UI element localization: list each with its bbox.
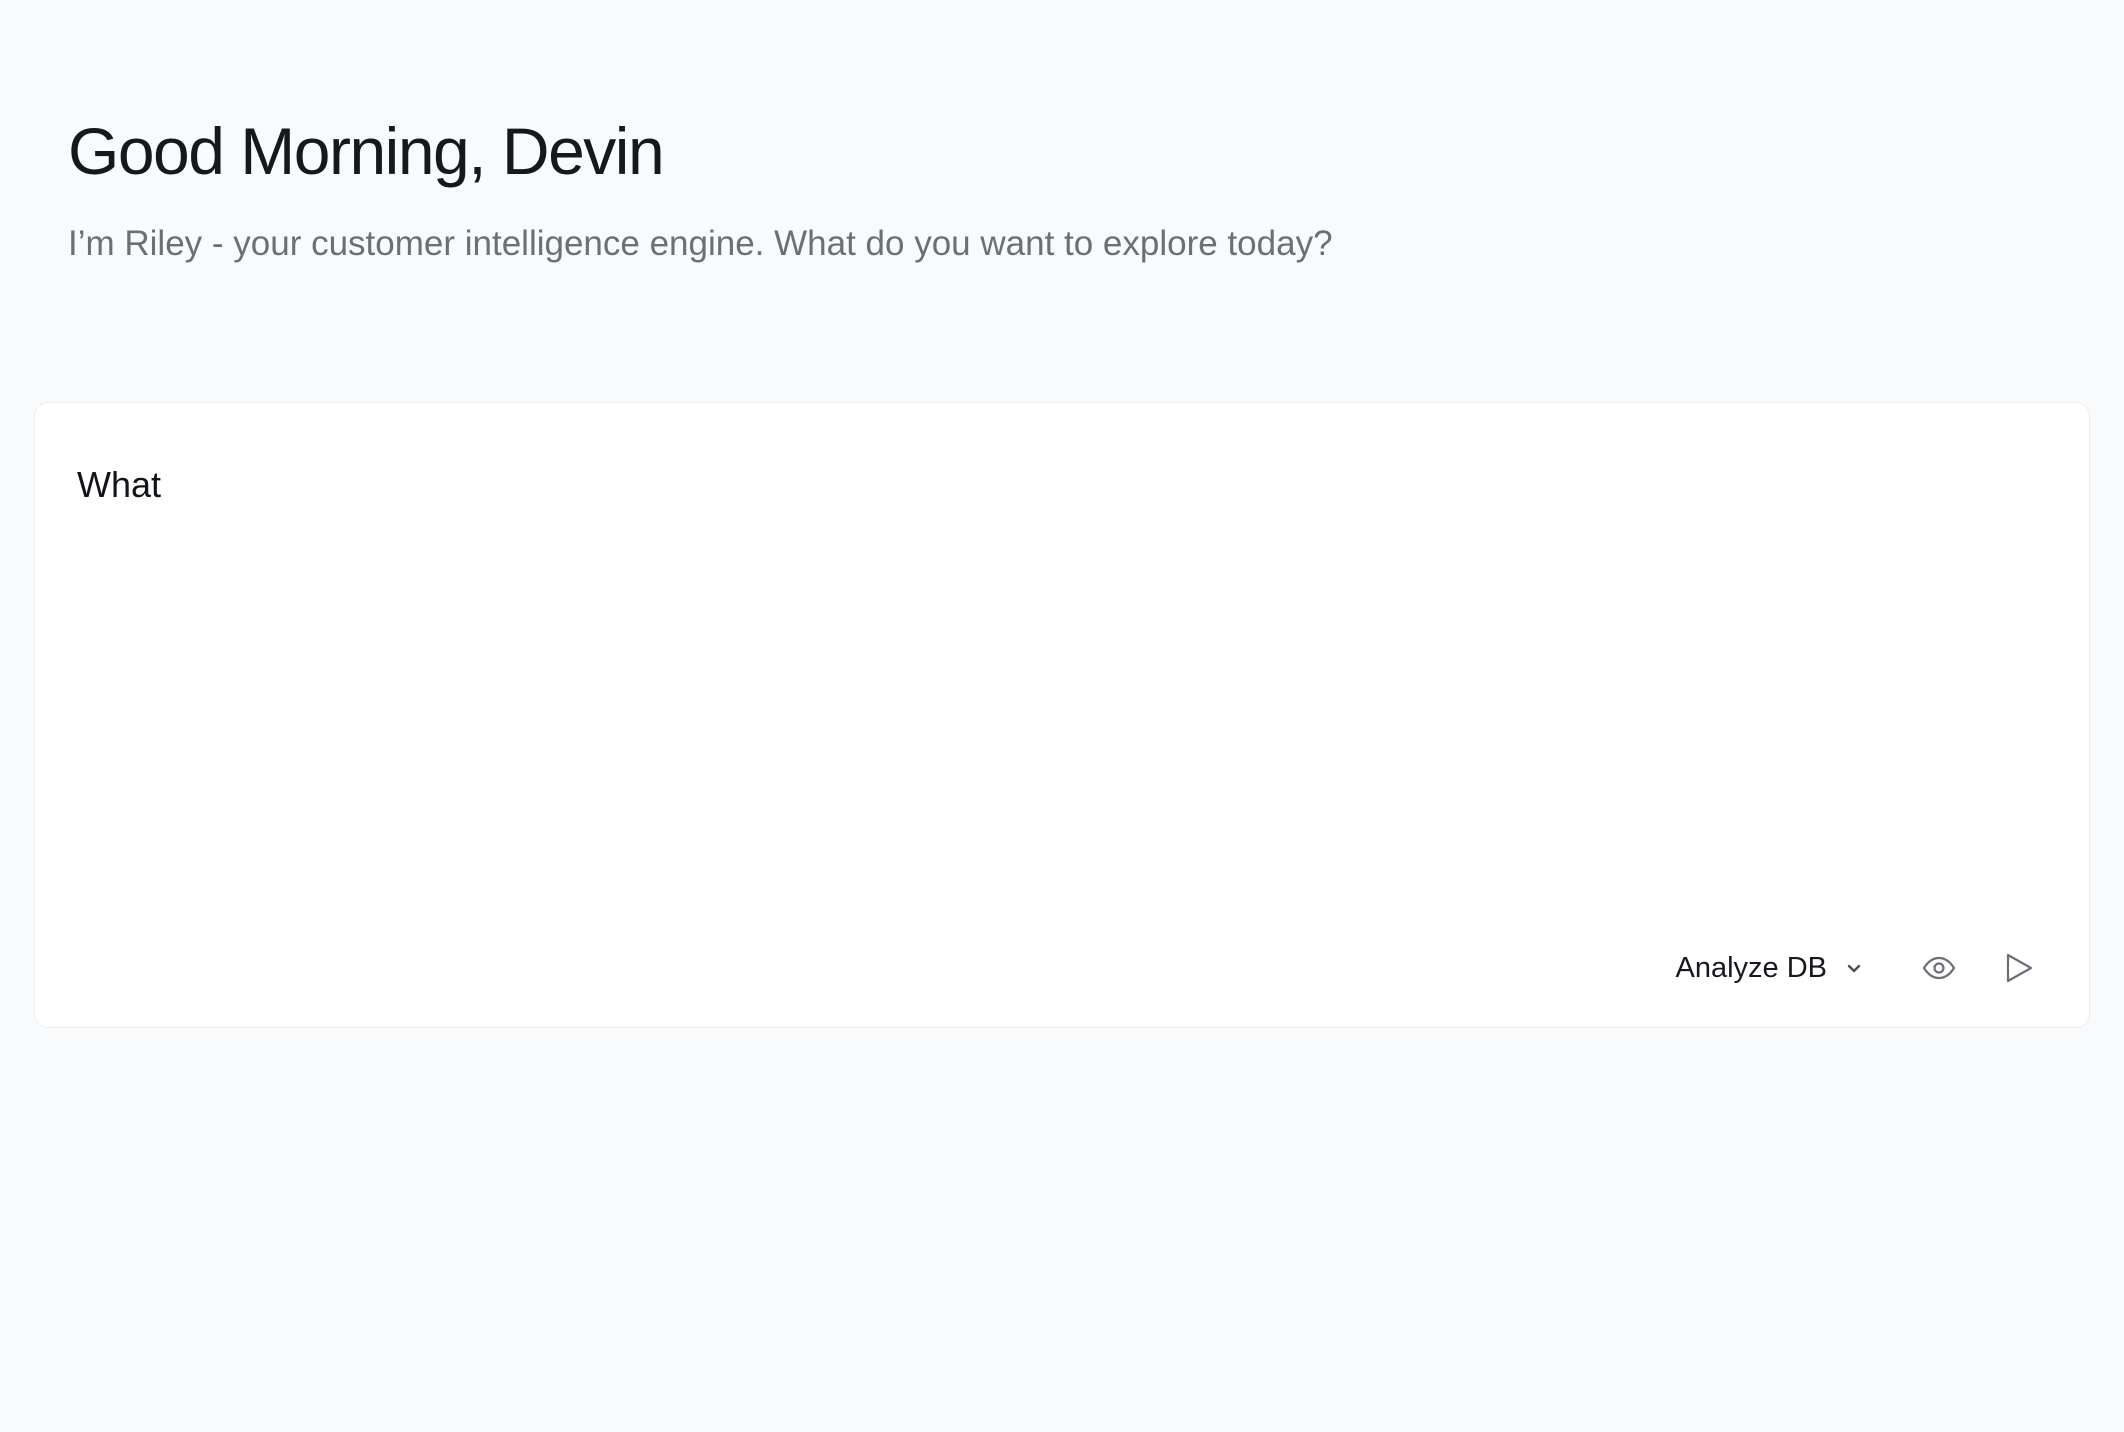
send-icon bbox=[2004, 952, 2034, 984]
home-page: { "header": { "greeting": "Good Morning,… bbox=[0, 0, 2124, 1432]
composer-toolbar: Analyze DB bbox=[1667, 933, 2049, 1003]
send-button[interactable] bbox=[1989, 938, 2049, 998]
mode-dropdown[interactable]: Analyze DB bbox=[1667, 938, 1871, 998]
chevron-down-icon bbox=[1845, 959, 1863, 977]
prompt-composer: What Analyze DB bbox=[34, 402, 2090, 1028]
page-title: Good Morning, Devin bbox=[68, 114, 665, 188]
mode-dropdown-label: Analyze DB bbox=[1675, 951, 1827, 984]
eye-icon bbox=[1922, 956, 1956, 980]
page-subtitle: I’m Riley - your customer intelligence e… bbox=[68, 224, 1333, 263]
prompt-input[interactable]: What bbox=[77, 463, 2037, 763]
preview-button[interactable] bbox=[1909, 938, 1969, 998]
